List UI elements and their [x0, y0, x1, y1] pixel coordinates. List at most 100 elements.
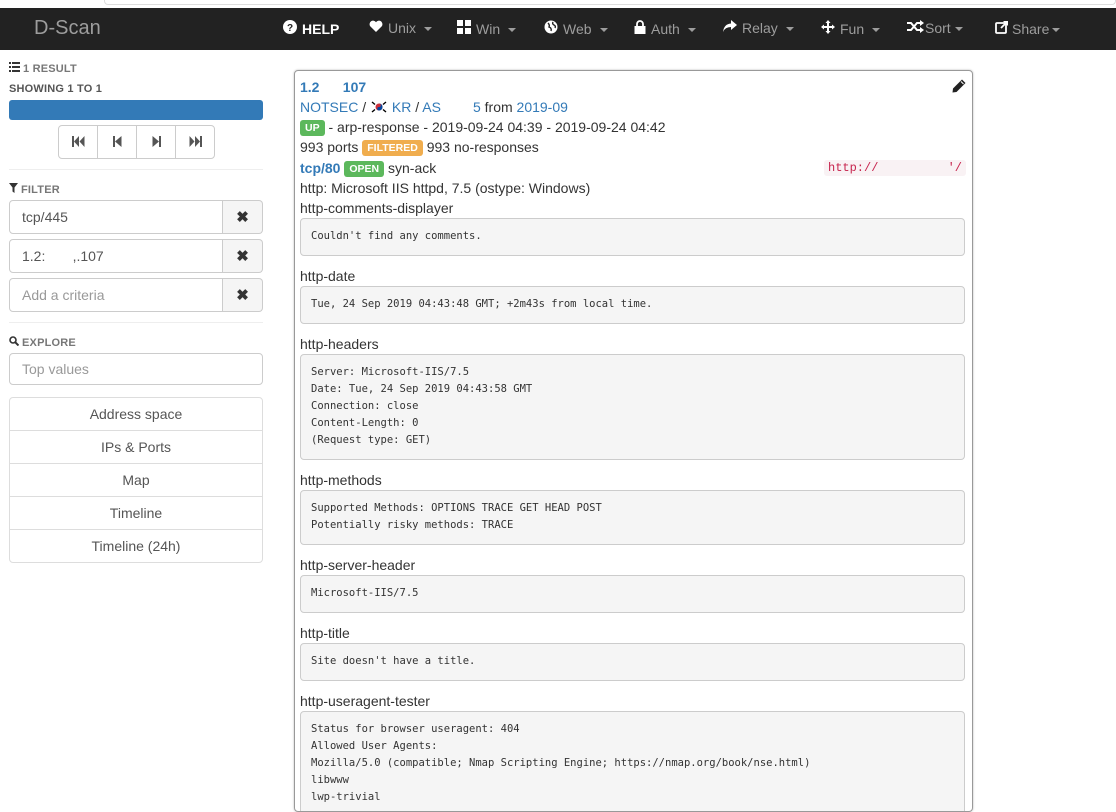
nav-share[interactable]: Share: [995, 20, 1061, 37]
windows-icon: [457, 20, 471, 37]
as-link[interactable]: AS: [422, 99, 441, 115]
nav-auth[interactable]: Auth: [634, 20, 696, 37]
random-icon: [907, 20, 924, 36]
nav-fun-label: Fun: [840, 20, 865, 37]
script-name: http-useragent-tester: [300, 693, 430, 709]
explore-link-ips-ports[interactable]: IPs & Ports: [9, 430, 263, 464]
top-values-input[interactable]: Top values: [9, 353, 263, 385]
chevron-down-icon: [599, 27, 608, 32]
script-output: Site doesn't have a title.: [300, 643, 965, 681]
brand-title[interactable]: D-Scan: [34, 17, 101, 40]
lock-icon: [634, 20, 646, 37]
host-ip-link[interactable]: 1.2 107: [300, 79, 366, 95]
filter-criteria-field[interactable]: 1.2: ,.107: [9, 239, 223, 273]
clear-criteria-button[interactable]: ✖: [223, 278, 263, 312]
filter-criteria-row: tcp/445 ✖: [9, 200, 263, 234]
script-output: Supported Methods: OPTIONS TRACE GET HEA…: [300, 490, 965, 545]
script-name: http-date: [300, 268, 356, 284]
service-info: http: Microsoft IIS httpd, 7.5 (ostype: …: [300, 180, 591, 196]
divider: [9, 169, 263, 170]
nav-help-label: HELP: [302, 20, 340, 37]
navbar: D-Scan ? HELP Unix Win Web Auth Relay Fu…: [0, 8, 1116, 50]
export-icon: [995, 20, 1009, 37]
country-link[interactable]: KR: [392, 99, 411, 115]
explore-link-map[interactable]: Map: [9, 463, 263, 497]
close-icon: ✖: [236, 209, 249, 226]
globe-icon: [544, 20, 558, 37]
add-criteria-input[interactable]: Add a criteria: [9, 278, 223, 312]
script-name: http-comments-displayer: [300, 200, 454, 216]
nav-unix[interactable]: Unix: [369, 20, 433, 36]
ports-summary-line: 993 ports FILTERED 993 no-responses: [300, 139, 539, 156]
step-forward-icon: [152, 134, 161, 150]
host-org-line: NOTSEC / KR / AS 5 from 2019-09: [300, 99, 568, 117]
next-page-button[interactable]: [136, 125, 176, 159]
nav-unix-label: Unix: [388, 20, 417, 36]
pencil-icon[interactable]: [952, 79, 966, 96]
search-icon: [9, 336, 20, 349]
chevron-down-icon: [785, 27, 794, 31]
nav-web-label: Web: [563, 20, 592, 37]
nav-web[interactable]: Web: [544, 20, 608, 37]
from-text: from: [484, 99, 513, 115]
port-state-badge: OPEN: [344, 161, 385, 177]
port-line: tcp/80 OPEN syn-ack: [300, 160, 436, 177]
as-number-link[interactable]: 5: [473, 99, 481, 115]
list-icon: [9, 62, 20, 75]
service-url[interactable]: http:// '/: [824, 160, 966, 176]
prev-page-button[interactable]: [97, 125, 137, 159]
script-name: http-server-header: [300, 557, 416, 573]
from-date-link[interactable]: 2019-09: [517, 99, 568, 115]
divider: [9, 322, 263, 323]
nav-relay[interactable]: Relay: [723, 20, 794, 36]
script-output: Server: Microsoft-IIS/7.5 Date: Tue, 24 …: [300, 354, 965, 460]
remove-criteria-button[interactable]: ✖: [223, 200, 263, 234]
svg-text:?: ?: [287, 23, 293, 34]
move-icon: [821, 20, 835, 37]
chevron-down-icon: [1052, 27, 1061, 32]
showing-text: SHOWING 1 TO 1: [9, 83, 103, 95]
org-link[interactable]: NOTSEC: [300, 99, 358, 115]
first-page-button[interactable]: [58, 125, 98, 159]
script-output: Couldn't find any comments.: [300, 218, 965, 256]
nav-win[interactable]: Win: [457, 20, 517, 37]
host-panel: 1.2 107 NOTSEC / KR / AS 5 from 2019-09 U…: [294, 70, 973, 812]
filter-icon: [9, 183, 18, 196]
status-badge: UP: [300, 120, 325, 136]
filter-criteria-field[interactable]: tcp/445: [9, 200, 223, 234]
kr-flag-icon: [370, 100, 389, 117]
script-name: http-headers: [300, 336, 379, 352]
filter-heading-text: FILTER: [21, 183, 60, 196]
share-arrow-icon: [723, 20, 737, 36]
host-status-line: UP - arp-response - 2019-09-24 04:39 - 2…: [300, 119, 665, 136]
progress-bar: [9, 100, 263, 120]
question-circle-icon: ?: [283, 20, 297, 37]
port-link[interactable]: tcp/80: [300, 160, 340, 176]
explore-link-timeline[interactable]: Timeline: [9, 496, 263, 530]
filtered-text: 993 no-responses: [426, 139, 539, 155]
filter-criteria-row: 1.2: ,.107 ✖: [9, 239, 263, 273]
chevron-down-icon: [687, 27, 696, 32]
chevron-down-icon: [508, 27, 517, 32]
explore-heading: EXPLORE: [9, 336, 76, 349]
close-icon: ✖: [236, 287, 249, 304]
host-ip[interactable]: 1.2 107: [300, 79, 366, 95]
nav-help[interactable]: ? HELP: [283, 20, 339, 37]
nav-fun[interactable]: Fun: [821, 20, 881, 37]
pagination: [58, 125, 215, 159]
explore-link-timeline-24h[interactable]: Timeline (24h): [9, 529, 263, 563]
chevron-down-icon: [872, 27, 881, 32]
nav-sort[interactable]: Sort: [907, 20, 963, 36]
fast-backward-icon: [71, 134, 85, 150]
filtered-badge: FILTERED: [362, 140, 423, 156]
heart-icon: [369, 20, 383, 36]
last-page-button[interactable]: [175, 125, 215, 159]
script-name: http-methods: [300, 472, 382, 488]
close-icon: ✖: [236, 248, 249, 265]
remove-criteria-button[interactable]: ✖: [223, 239, 263, 273]
explore-link-address-space[interactable]: Address space: [9, 397, 263, 431]
explore-links: Address space IPs & Ports Map Timeline T…: [9, 397, 263, 563]
script-name: http-title: [300, 625, 350, 641]
chevron-down-icon: [424, 27, 433, 31]
ports-count: 993 ports: [300, 139, 359, 155]
